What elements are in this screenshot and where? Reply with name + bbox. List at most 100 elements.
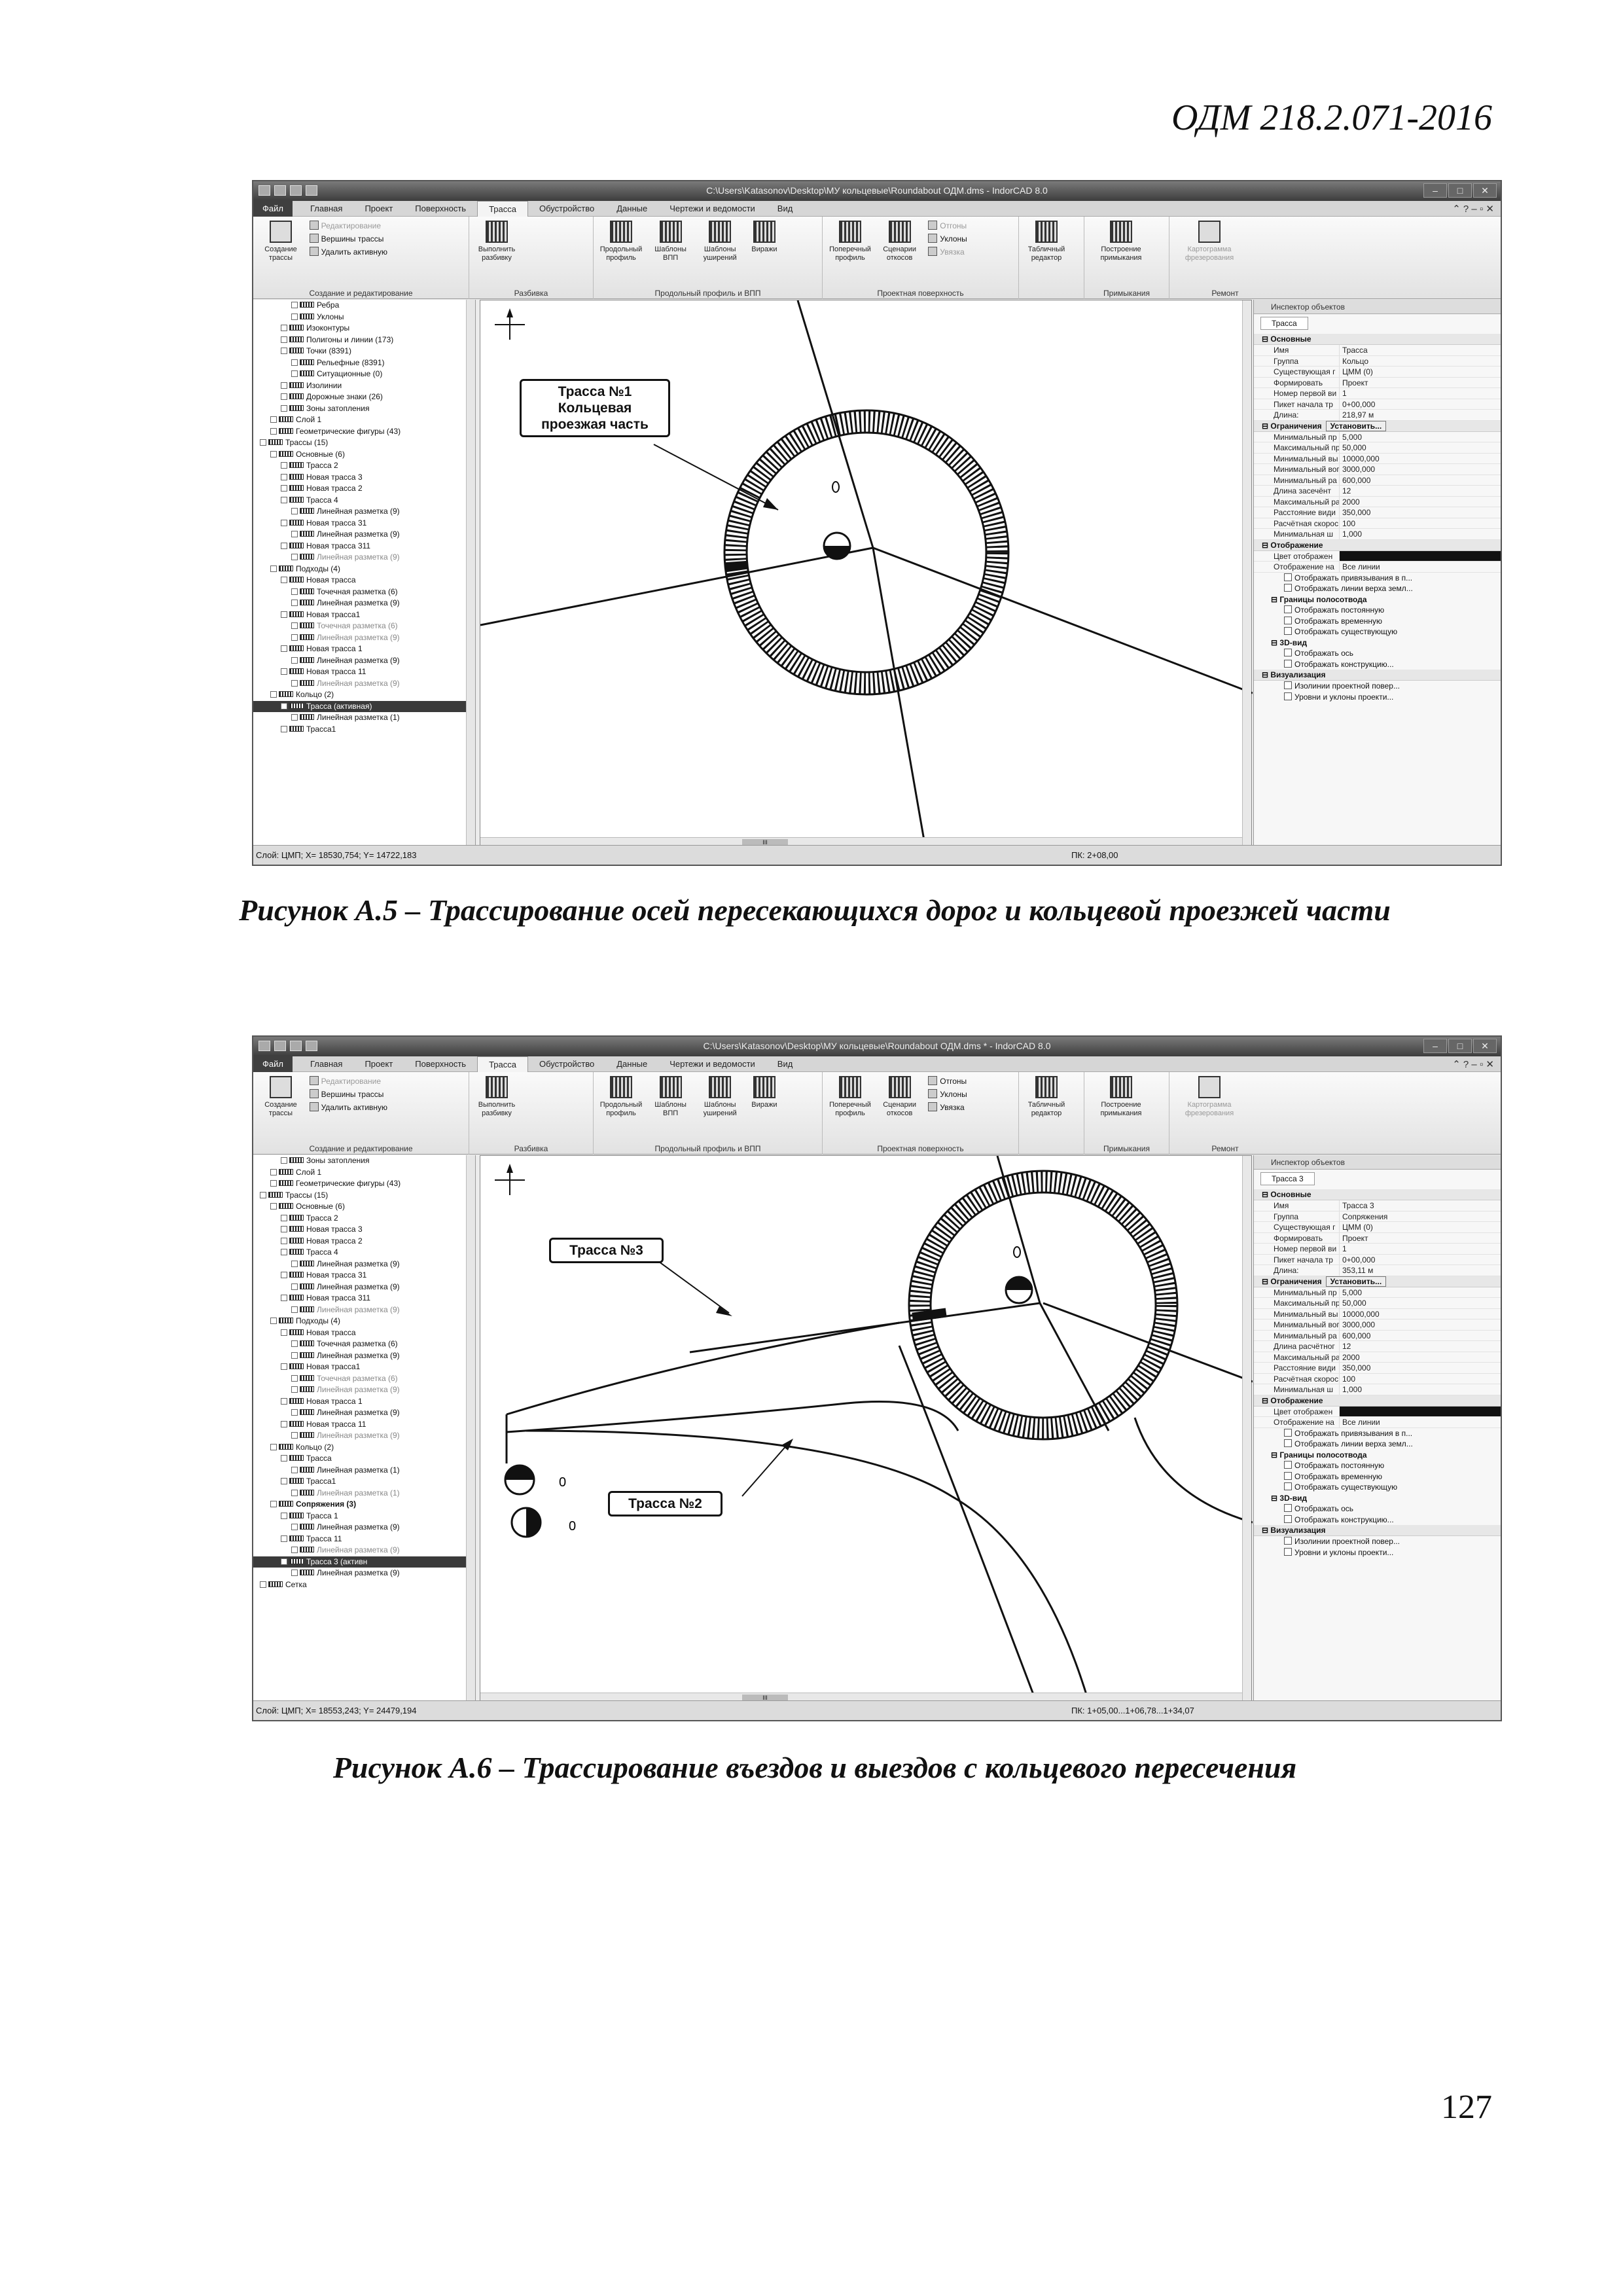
inspector-property[interactable]: Отображение на Все линии: [1254, 562, 1501, 573]
tree-item[interactable]: Точечная разметка (6): [253, 1373, 475, 1385]
tree-item[interactable]: Зоны затопления: [253, 403, 475, 415]
tree-item[interactable]: Трассы (15): [253, 1190, 475, 1202]
templates-vpp-button[interactable]: Шаблоны ВПП: [647, 219, 694, 262]
property-value[interactable]: 600,000: [1339, 1330, 1501, 1340]
tree-item[interactable]: Линейная разметка (9): [253, 655, 475, 667]
tree-item[interactable]: Геометрические фигуры (43): [253, 426, 475, 438]
tree-item[interactable]: Новая трасса 2: [253, 1236, 475, 1247]
canvas-vscroll[interactable]: [1242, 300, 1251, 846]
tree-item[interactable]: Слой 1: [253, 1167, 475, 1179]
tab-project[interactable]: Проект: [353, 201, 404, 217]
inspector-property[interactable]: Минимальный вог 3000,000: [1254, 1319, 1501, 1331]
property-value[interactable]: 10000,000: [1339, 1308, 1501, 1319]
checkbox[interactable]: [291, 634, 298, 641]
property-value[interactable]: 1,000: [1339, 1384, 1501, 1395]
checkbox[interactable]: [270, 1443, 277, 1450]
tree-item[interactable]: Линейная разметка (9): [253, 529, 475, 541]
build-junctions-button[interactable]: Построение примыкания: [1088, 219, 1154, 262]
property-value[interactable]: 2000: [1339, 1352, 1501, 1362]
tab-data[interactable]: Данные: [605, 1056, 658, 1072]
checkbox[interactable]: [291, 370, 298, 377]
checkbox[interactable]: [281, 348, 287, 354]
tree-item[interactable]: Рельефные (8391): [253, 357, 475, 369]
inspector-checkbox[interactable]: Отображать временную: [1254, 1471, 1501, 1482]
tree-item[interactable]: Ситуационные (0): [253, 368, 475, 380]
tab-home[interactable]: Главная: [299, 1056, 353, 1072]
property-value[interactable]: 0+00,000: [1339, 1254, 1501, 1265]
drawing-canvas[interactable]: 0 0 Трасса №3 Трасса №2 III: [480, 1155, 1253, 1703]
tree-item[interactable]: Новая трасса 1: [253, 643, 475, 655]
inspector-property[interactable]: Расчётная скорос 100: [1254, 518, 1501, 529]
checkbox[interactable]: [291, 302, 298, 308]
create-trass-button[interactable]: Создание трассы: [257, 1075, 304, 1118]
checkbox[interactable]: [281, 542, 287, 549]
checkbox[interactable]: [281, 1249, 287, 1255]
tree-item[interactable]: Линейная разметка (9): [253, 598, 475, 609]
checkbox[interactable]: [281, 1455, 287, 1462]
inspector-checkbox[interactable]: Изолинии проектной повер...: [1254, 681, 1501, 692]
edit-button[interactable]: Редактирование: [310, 1075, 387, 1088]
tab-file[interactable]: Файл: [253, 1056, 293, 1072]
inspector-checkbox[interactable]: Уровни и уклоны проекти...: [1254, 692, 1501, 703]
inspector-property[interactable]: Минимальный вог 3000,000: [1254, 464, 1501, 475]
tab-furnishing[interactable]: Обустройство: [528, 201, 605, 217]
checkbox[interactable]: [291, 1547, 298, 1553]
property-value[interactable]: Проект: [1339, 1232, 1501, 1243]
property-value[interactable]: Проект: [1339, 377, 1501, 387]
inspector-section[interactable]: ⊟ Основные: [1254, 334, 1501, 345]
inspector-section[interactable]: ⊟ Ограничения Установить...: [1254, 420, 1501, 432]
inspector-section[interactable]: ⊟ Визуализация: [1254, 670, 1501, 681]
checkbox[interactable]: [281, 496, 287, 503]
tree-item[interactable]: Линейная разметка (9): [253, 506, 475, 518]
checkbox[interactable]: [281, 519, 287, 526]
inspector-property[interactable]: Пикет начала тр 0+00,000: [1254, 399, 1501, 410]
tab-data[interactable]: Данные: [605, 201, 658, 217]
checkbox[interactable]: [281, 1478, 287, 1484]
tree-item[interactable]: Кольцо (2): [253, 1442, 475, 1454]
otgony-button[interactable]: Отгоны: [928, 219, 967, 232]
tree-item[interactable]: Уклоны: [253, 312, 475, 323]
inspector-property[interactable]: Минимальный вы 10000,000: [1254, 1308, 1501, 1319]
tree-scrollbar[interactable]: [466, 300, 475, 847]
inspector-property[interactable]: Пикет начала тр 0+00,000: [1254, 1254, 1501, 1265]
checkbox[interactable]: [291, 1409, 298, 1416]
checkbox[interactable]: [291, 1570, 298, 1576]
tree-item[interactable]: Трасса1: [253, 724, 475, 736]
inspector-property[interactable]: Номер первой ви 1: [1254, 1244, 1501, 1255]
tree-item[interactable]: Новая трасса 31: [253, 1270, 475, 1282]
checkbox[interactable]: [291, 508, 298, 514]
checkbox[interactable]: [270, 1318, 277, 1324]
tree-item[interactable]: Линейная разметка (9): [253, 1259, 475, 1270]
tree-item[interactable]: Основные (6): [253, 449, 475, 461]
tree-item[interactable]: Дорожные знаки (26): [253, 391, 475, 403]
tree-item[interactable]: Кольцо (2): [253, 689, 475, 701]
checkbox[interactable]: [281, 1295, 287, 1301]
inspector-subsection[interactable]: ⊟ 3D-вид: [1254, 1493, 1501, 1504]
inspector-subsection[interactable]: ⊟ 3D-вид: [1254, 637, 1501, 649]
inspector-property[interactable]: Максимальный пр 50,000: [1254, 1298, 1501, 1309]
checkbox[interactable]: [291, 1374, 298, 1382]
inspector-property[interactable]: Минимальный вы 10000,000: [1254, 453, 1501, 464]
property-value[interactable]: 5,000: [1339, 1287, 1501, 1297]
templates-widen-button[interactable]: Шаблоны уширений: [696, 1075, 743, 1118]
property-value[interactable]: [1339, 1406, 1501, 1416]
checkbox[interactable]: [281, 325, 287, 331]
checkbox[interactable]: [281, 404, 287, 412]
property-value[interactable]: 50,000: [1339, 1298, 1501, 1308]
tree-item[interactable]: Линейная разметка (9): [253, 1522, 475, 1534]
inspector-checkbox[interactable]: Отображать ось: [1254, 648, 1501, 659]
property-value[interactable]: ЦММ (0): [1339, 1222, 1501, 1232]
inspector-checkbox[interactable]: Отображать линии верха земл...: [1254, 583, 1501, 594]
checkbox[interactable]: [281, 1512, 287, 1519]
checkbox[interactable]: [291, 1489, 298, 1496]
property-value[interactable]: 350,000: [1339, 1363, 1501, 1373]
tab-project[interactable]: Проект: [353, 1056, 404, 1072]
checkbox[interactable]: [260, 1191, 266, 1198]
tree-item[interactable]: Сопряжения (3): [253, 1499, 475, 1511]
inspector-property[interactable]: Расчётная скорос 100: [1254, 1373, 1501, 1384]
tab-file[interactable]: Файл: [253, 200, 293, 217]
canvas-vscroll[interactable]: [1242, 1156, 1251, 1702]
checkbox[interactable]: [270, 416, 277, 423]
property-value[interactable]: 0+00,000: [1339, 399, 1501, 409]
tree-item[interactable]: Новая трасса 3: [253, 472, 475, 484]
